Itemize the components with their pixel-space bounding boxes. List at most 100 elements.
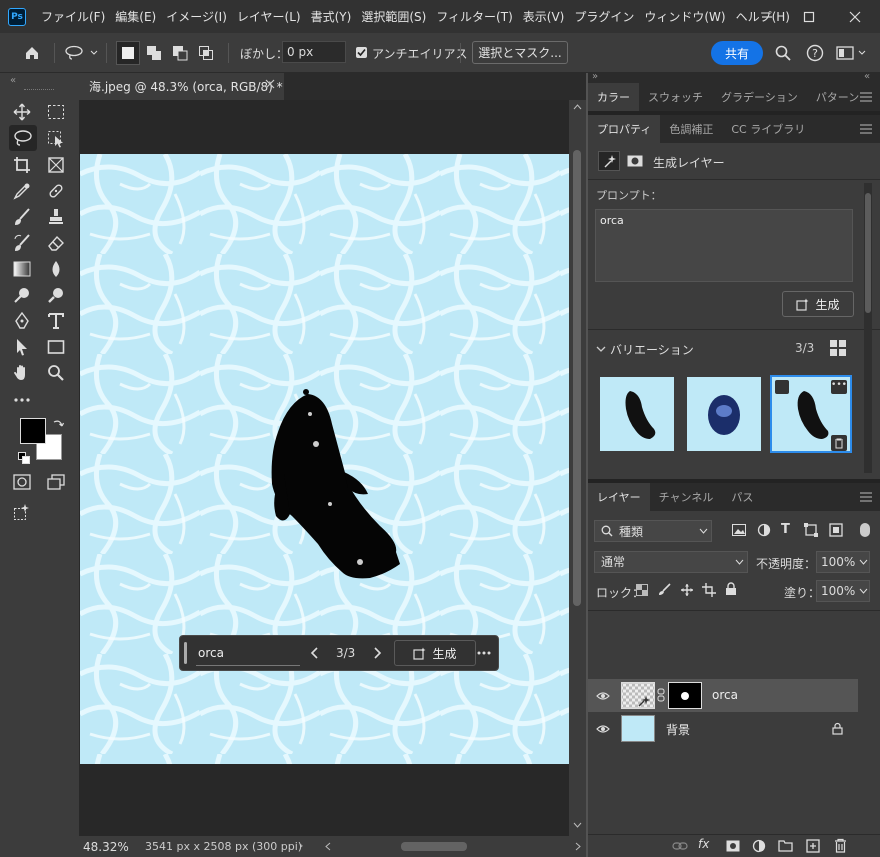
canvas-image[interactable] — [80, 154, 569, 764]
variation-more-icon[interactable]: ••• — [831, 380, 847, 394]
close-document-icon[interactable] — [265, 79, 275, 89]
zoom-tool-icon[interactable] — [45, 362, 67, 384]
prompt-textarea[interactable]: orca — [595, 209, 853, 282]
add-selection-icon[interactable] — [142, 41, 166, 65]
lock-position-icon[interactable] — [680, 583, 694, 597]
opacity-input[interactable]: 100% — [816, 551, 870, 573]
new-layer-icon[interactable] — [806, 839, 820, 853]
brush-tool-icon[interactable] — [11, 206, 33, 228]
frame-tool-icon[interactable] — [45, 154, 67, 176]
zoom-level[interactable]: 48.32% — [79, 840, 139, 854]
more-tools-icon[interactable] — [11, 389, 33, 411]
menu-file[interactable]: ファイル(F) — [36, 8, 110, 25]
gradient-tool-icon[interactable] — [11, 258, 33, 280]
screen-mode-icon[interactable] — [45, 471, 67, 493]
canvas-area[interactable]: orca 3/3 生成 — [79, 100, 569, 836]
blend-mode-select[interactable]: 通常 — [594, 551, 748, 573]
marquee-tool-icon[interactable] — [45, 101, 67, 123]
visibility-eye-icon[interactable] — [596, 724, 610, 734]
menu-edit[interactable]: 編集(E) — [110, 8, 161, 25]
filter-pixel-icon[interactable] — [732, 524, 746, 536]
adjustment-layer-icon[interactable] — [752, 839, 766, 853]
previous-variation-icon[interactable] — [310, 646, 320, 660]
layer-mask-thumbnail[interactable] — [668, 682, 702, 709]
antialias-checkbox[interactable] — [356, 47, 367, 58]
zoom-magnifier-tool-icon[interactable] — [45, 284, 67, 306]
variation-thumbnail-1[interactable] — [600, 377, 674, 451]
help-icon[interactable]: ? — [804, 41, 826, 65]
fx-icon[interactable]: fx — [698, 837, 709, 851]
swap-colors-icon[interactable] — [52, 418, 64, 430]
mask-link-icon[interactable] — [657, 688, 665, 702]
lasso-tool-icon[interactable] — [9, 125, 37, 151]
lock-transparent-icon[interactable] — [636, 584, 648, 596]
path-selection-tool-icon[interactable] — [11, 336, 33, 358]
layer-row-orca[interactable]: orca — [588, 679, 858, 712]
menu-window[interactable]: ウィンドウ(W) — [639, 8, 730, 25]
panel-menu-icon[interactable] — [860, 492, 872, 502]
visibility-eye-icon[interactable] — [596, 691, 610, 701]
type-tool-icon[interactable] — [45, 310, 67, 332]
document-tab[interactable]: 海.jpeg @ 48.3% (orca, RGB/8) * — [79, 73, 284, 100]
pen-tool-icon[interactable] — [11, 310, 33, 332]
variation-thumbnail-2[interactable] — [687, 377, 761, 451]
search-icon[interactable] — [772, 41, 794, 65]
status-expand-icon[interactable]: › — [299, 839, 303, 852]
intersect-selection-icon[interactable] — [194, 41, 218, 65]
vertical-scrollbar[interactable] — [569, 100, 586, 836]
generate-button[interactable]: 生成 — [782, 291, 854, 317]
healing-brush-tool-icon[interactable] — [45, 180, 67, 202]
menu-filter[interactable]: フィルター(T) — [431, 8, 517, 25]
feather-input[interactable]: 0 px — [282, 41, 346, 63]
dodge-tool-icon[interactable] — [11, 284, 33, 306]
horizontal-scrollbar[interactable] — [319, 836, 586, 857]
close-window-button[interactable] — [834, 0, 876, 33]
new-selection-icon[interactable] — [116, 41, 140, 65]
variation-thumbnail-3[interactable]: ••• — [770, 375, 852, 453]
link-layers-icon[interactable] — [672, 840, 688, 852]
tab-adjustments[interactable]: 色調補正 — [660, 115, 722, 143]
blur-tool-icon[interactable] — [45, 258, 67, 280]
mask-icon[interactable] — [624, 151, 646, 171]
eyedropper-tool-icon[interactable] — [11, 180, 33, 202]
delete-variation-icon[interactable] — [831, 435, 847, 451]
taskbar-generate-button[interactable]: 生成 — [394, 640, 476, 666]
eraser-tool-icon[interactable] — [45, 232, 67, 254]
tab-properties[interactable]: プロパティ — [588, 115, 661, 143]
tab-color[interactable]: カラー — [588, 83, 639, 111]
drag-handle[interactable] — [184, 642, 187, 664]
rectangle-tool-icon[interactable] — [45, 336, 67, 358]
filter-adjustment-icon[interactable] — [757, 523, 771, 537]
menu-type[interactable]: 書式(Y) — [306, 8, 357, 25]
generative-fill-icon[interactable] — [11, 501, 33, 523]
lasso-tool-preset-icon[interactable] — [62, 41, 100, 65]
variation-info-icon[interactable] — [775, 380, 789, 394]
menu-layer[interactable]: レイヤー(L) — [232, 8, 306, 25]
minimize-button[interactable] — [746, 0, 788, 33]
prompt-input[interactable]: orca — [196, 640, 300, 666]
quick-mask-icon[interactable] — [11, 471, 33, 493]
maximize-button[interactable] — [788, 0, 830, 33]
panel-menu-icon[interactable] — [860, 92, 872, 102]
delete-layer-icon[interactable] — [834, 838, 847, 853]
workspace-icon[interactable] — [834, 41, 868, 65]
panel-expand-icon[interactable]: « — [864, 71, 870, 82]
next-variation-icon[interactable] — [372, 646, 382, 660]
home-icon[interactable] — [20, 41, 44, 65]
lock-all-icon[interactable] — [725, 582, 737, 596]
default-colors-icon[interactable] — [18, 452, 30, 464]
subtract-selection-icon[interactable] — [168, 41, 192, 65]
filter-shape-icon[interactable] — [804, 523, 818, 537]
tab-swatches[interactable]: スウォッチ — [639, 83, 712, 111]
tab-layers[interactable]: レイヤー — [588, 483, 650, 511]
layer-lock-icon[interactable] — [832, 722, 843, 735]
select-and-mask-button[interactable]: 選択とマスク... — [472, 41, 568, 64]
lock-artboard-icon[interactable] — [702, 583, 716, 597]
menu-view[interactable]: 表示(V) — [518, 8, 570, 25]
layer-filter-select[interactable]: 種類 — [594, 520, 712, 542]
more-options-icon[interactable] — [476, 646, 492, 660]
tab-channels[interactable]: チャンネル — [650, 483, 723, 511]
filter-type-icon[interactable]: T — [781, 522, 790, 537]
stamp-tool-icon[interactable] — [45, 206, 67, 228]
crop-tool-icon[interactable] — [11, 154, 33, 176]
